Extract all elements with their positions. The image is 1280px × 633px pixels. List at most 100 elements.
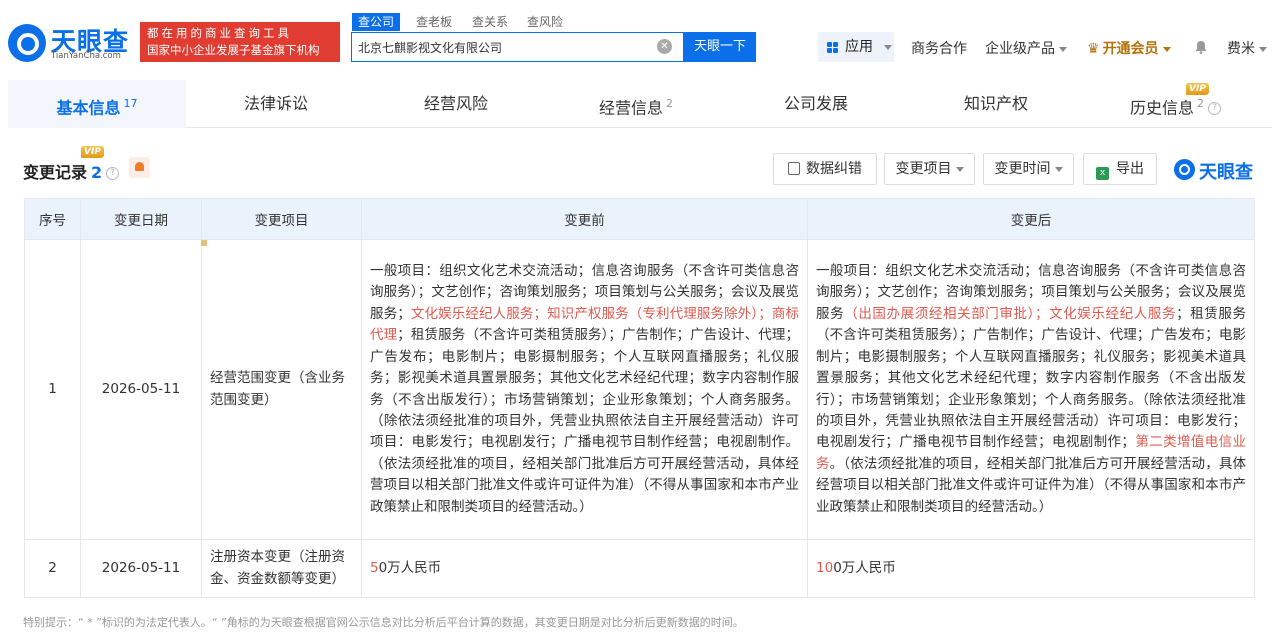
nav-vip[interactable]: ♛ 开通会员 <box>1087 38 1171 58</box>
tab-label: 法律诉讼 <box>244 94 309 113</box>
change-item-filter[interactable]: 变更项目 <box>884 153 975 185</box>
apps-caret-icon <box>884 45 892 50</box>
search-box: ✕ <box>351 32 684 62</box>
change-time-label: 变更时间 <box>994 161 1051 177</box>
search-tab-risk[interactable]: 查风险 <box>527 13 563 31</box>
tab-basic-info[interactable]: 基本信息 17 <box>8 80 186 128</box>
change-item-label: 变更项目 <box>895 161 952 177</box>
before-changed-digit: 5 <box>370 559 379 576</box>
section-title: 变更记录 2? <box>23 159 120 183</box>
after-changed-digit: 10 <box>816 559 834 576</box>
search-button[interactable]: 天眼一下 <box>684 32 756 62</box>
excel-icon: x <box>1096 167 1109 180</box>
logo-eye-icon <box>8 24 46 62</box>
search-tab-boss[interactable]: 查老板 <box>416 13 452 31</box>
nav-enterprise-label: 企业级产品 <box>985 41 1055 57</box>
tab-label: 基本信息 <box>56 98 121 118</box>
nav-business[interactable]: 商务合作 <box>911 38 967 58</box>
company-tabs: 基本信息 17 法律诉讼 经营风险 经营信息 2 公司发展 知识产权 历史信息 2? … <box>8 80 1272 128</box>
corner-marker <box>201 240 207 246</box>
data-correction-label: 数据纠错 <box>806 161 862 177</box>
tab-label: 经营风险 <box>424 94 489 113</box>
search-tab-relation[interactable]: 查关系 <box>472 13 508 31</box>
chevron-down-icon <box>1162 46 1171 52</box>
export-button[interactable]: x 导出 <box>1083 153 1157 185</box>
tab-label: 公司发展 <box>784 94 849 113</box>
apps-grid-icon <box>827 42 838 53</box>
chevron-down-icon <box>955 166 964 172</box>
row-before: 50万人民币 <box>361 539 808 598</box>
row-after: 100万人民币 <box>807 539 1255 598</box>
row-item: 注册资本变更（注册资金、资金数额等变更） <box>201 539 362 598</box>
bell-icon[interactable] <box>1194 40 1208 54</box>
help-icon[interactable]: ? <box>106 167 120 180</box>
apps-label: 应用 <box>845 39 873 55</box>
slogan-banner: 都在用的商业查询工具 国家中小企业发展子基金旗下机构 <box>140 22 340 62</box>
slogan-line2: 国家中小企业发展子基金旗下机构 <box>147 43 320 57</box>
table-row: 1 2026-05-11 经营范围变更（含业务范围变更） 一般项目：组织文化艺术… <box>24 239 1255 540</box>
user-name: 费米 <box>1227 41 1255 57</box>
row-item: 经营范围变更（含业务范围变更） <box>201 239 362 540</box>
tab-ip[interactable]: 知识产权 <box>964 80 1028 128</box>
change-time-filter[interactable]: 变更时间 <box>983 153 1074 185</box>
tab-label: 知识产权 <box>964 94 1029 113</box>
col-header-before: 变更前 <box>361 198 808 240</box>
footnote: 特别提示：“ * ”标识的为法定代表人。“ ”角标的为天眼查根据官网公示信息对比… <box>23 616 744 629</box>
tab-legal[interactable]: 法律诉讼 <box>244 80 308 128</box>
chevron-down-icon <box>1054 166 1063 172</box>
tab-label: 经营信息 <box>599 98 664 118</box>
tab-development[interactable]: 公司发展 <box>784 80 848 128</box>
vip-badge: VIP <box>1186 83 1209 95</box>
row-after: 一般项目：组织文化艺术交流活动；信息咨询服务（不含许可类信息咨询服务）；文艺创作… <box>807 239 1255 540</box>
top-header: 天眼查 TianYanCha.com 都在用的商业查询工具 国家中小企业发展子基… <box>0 0 1280 78</box>
table-row: 2 2026-05-11 注册资本变更（注册资金、资金数额等变更） 50万人民币… <box>24 539 1255 598</box>
vip-badge: VIP <box>81 146 104 158</box>
alert-bell-icon[interactable] <box>129 157 150 178</box>
chevron-down-icon <box>1259 46 1267 52</box>
logo-domain: TianYanCha.com <box>51 51 121 61</box>
search-tab-company[interactable]: 查公司 <box>352 13 401 31</box>
clear-icon[interactable]: ✕ <box>657 39 672 54</box>
logo-eye-icon <box>1174 159 1195 180</box>
before-text: ；租赁服务（不含许可类租赁服务）；广告制作；广告设计、代理；广告发布；电影制片；… <box>370 327 800 515</box>
nav-vip-label: 开通会员 <box>1102 41 1159 57</box>
before-text: 0万人民币 <box>378 559 442 576</box>
tianyancha-logo[interactable]: 天眼查 TianYanCha.com <box>8 22 134 64</box>
tab-business[interactable]: 经营信息 2 <box>599 80 673 128</box>
section-title-text: 变更记录 <box>23 163 88 182</box>
edit-doc-icon <box>788 162 800 175</box>
crown-icon: ♛ <box>1087 41 1100 57</box>
tab-count: 17 <box>123 97 138 110</box>
tab-risk[interactable]: 经营风险 <box>424 80 488 128</box>
section-count: 2 <box>91 163 103 182</box>
apps-menu[interactable]: 应用 <box>818 32 894 62</box>
search-input[interactable] <box>358 37 648 57</box>
tab-label: 历史信息 <box>1130 98 1195 118</box>
help-icon[interactable]: ? <box>1208 102 1222 116</box>
after-text: 0万人民币 <box>833 559 896 576</box>
chevron-down-icon <box>1059 46 1067 52</box>
after-text: ；租赁服务（不含许可类租赁服务）；广告制作；广告设计、代理；广告发布；电影制片；… <box>816 305 1247 451</box>
row-before: 一般项目：组织文化艺术交流活动；信息咨询服务（不含许可类信息咨询服务）；文艺创作… <box>361 239 808 540</box>
tab-count: 2 <box>666 97 674 110</box>
row-no: 2 <box>24 539 81 598</box>
user-menu[interactable]: 费米 <box>1227 38 1267 58</box>
export-label: 导出 <box>1116 161 1144 177</box>
data-correction-button[interactable]: 数据纠错 <box>773 153 877 185</box>
slogan-line1: 都在用的商业查询工具 <box>147 26 292 40</box>
after-text: 。（依法须经批准的项目，经相关部门批准后方可开展经营活动，具体经营项目以相关部门… <box>816 455 1247 515</box>
tab-count: 2 <box>1197 97 1205 110</box>
row-date: 2026-05-11 <box>80 539 202 598</box>
after-added-text: （出国办展须经相关部门审批）；文化娱乐经纪人服务 <box>844 305 1177 322</box>
row-date: 2026-05-11 <box>80 239 202 540</box>
col-header-no: 序号 <box>24 198 81 240</box>
tianyancha-brand-small: 天眼查 <box>1174 157 1258 183</box>
col-header-date: 变更日期 <box>80 198 202 240</box>
change-record-table: 序号 变更日期 变更项目 变更前 变更后 1 2026-05-11 经营范围变更… <box>24 198 1255 598</box>
table-header-row: 序号 变更日期 变更项目 变更前 变更后 <box>24 198 1255 240</box>
col-header-after: 变更后 <box>807 198 1255 240</box>
brand-text: 天眼查 <box>1199 162 1253 183</box>
row-no: 1 <box>24 239 81 540</box>
nav-enterprise[interactable]: 企业级产品 <box>985 38 1067 58</box>
col-header-item: 变更项目 <box>201 198 362 240</box>
